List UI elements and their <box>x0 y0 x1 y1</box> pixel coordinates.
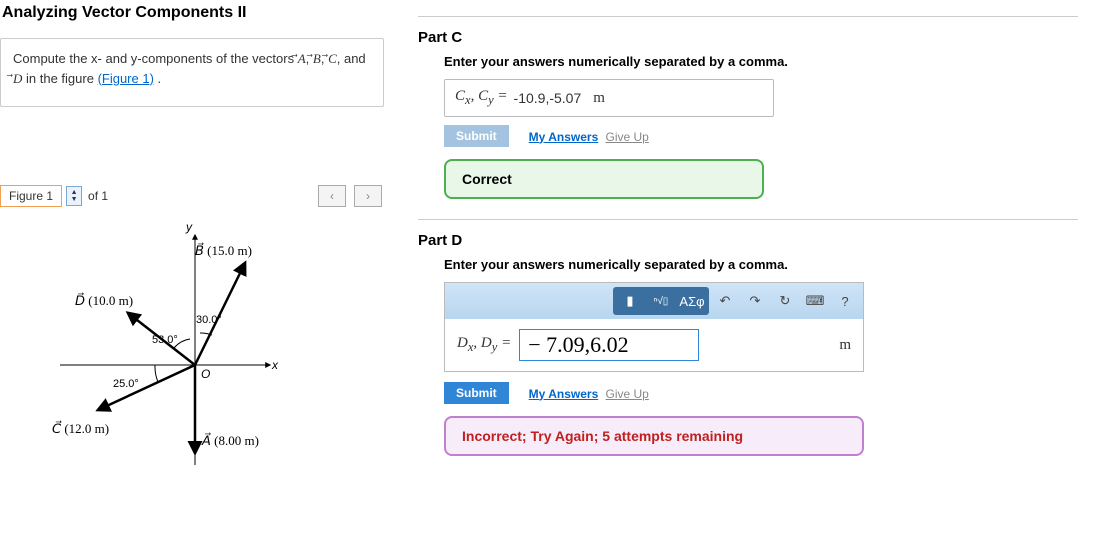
svg-text:30.0°: 30.0° <box>196 314 222 326</box>
svg-text:D⃗ (10.0 m): D⃗ (10.0 m) <box>75 293 133 308</box>
prompt-suffix: in the figure <box>26 71 98 86</box>
axis-y-label: y <box>185 220 193 234</box>
part-c-title: Part C <box>418 29 1078 46</box>
part-d-input-panel: ▮ ⁿ√▯ ΑΣφ ↶ ↷ ↻ ⌨ ? Dx, Dy = m <box>444 282 864 372</box>
template-tool-icon[interactable]: ▮ <box>615 289 645 313</box>
part-c-var: Cx, Cy = <box>455 88 508 108</box>
part-d-give-up-link[interactable]: Give Up <box>606 387 649 401</box>
part-d-submit-button[interactable]: Submit <box>444 382 509 404</box>
figure-next-button[interactable]: › <box>354 185 382 207</box>
undo-icon[interactable]: ↶ <box>711 289 739 313</box>
reset-icon[interactable]: ↻ <box>771 289 799 313</box>
figure-link[interactable]: (Figure 1) <box>98 71 154 86</box>
origin-label: O <box>201 367 210 381</box>
figure-spinner[interactable]: ▲▼ <box>66 186 82 206</box>
part-d-title: Part D <box>418 232 1078 249</box>
figure-canvas: x y O B⃗ (15.0 m) 30.0° D⃗ (10.0 m) 53.0… <box>0 215 382 475</box>
help-icon[interactable]: ? <box>831 289 859 313</box>
part-c-value: -10.9,-5.07 <box>514 90 582 106</box>
svg-text:C⃗ (12.0 m): C⃗ (12.0 m) <box>52 421 109 436</box>
part-d-my-answers-link[interactable]: My Answers <box>529 387 599 401</box>
prompt-end: . <box>154 71 161 86</box>
part-c-answer-box: Cx, Cy = -10.9,-5.07 m <box>444 79 774 117</box>
keyboard-icon[interactable]: ⌨ <box>801 289 829 313</box>
input-toolbar: ▮ ⁿ√▯ ΑΣφ ↶ ↷ ↻ ⌨ ? <box>445 283 863 319</box>
svg-text:A⃗ (8.00 m): A⃗ (8.00 m) <box>201 433 259 448</box>
prompt-text: Compute the x- and y-components of the v… <box>13 51 298 66</box>
vector-a-symbol: A <box>298 51 306 66</box>
part-c-submit-button[interactable]: Submit <box>444 125 509 147</box>
part-c-feedback: Correct <box>444 159 764 199</box>
axis-x-label: x <box>271 358 279 372</box>
figure-count: of 1 <box>88 189 108 203</box>
figure-prev-button[interactable]: ‹ <box>318 185 346 207</box>
vector-d-symbol: D <box>13 71 22 86</box>
part-d-answer-input[interactable] <box>519 329 699 361</box>
svg-text:25.0°: 25.0° <box>113 378 139 390</box>
greek-tool-icon[interactable]: ΑΣφ <box>677 289 707 313</box>
svg-text:B⃗ (15.0 m): B⃗ (15.0 m) <box>195 243 252 258</box>
vector-c-symbol: C <box>328 51 337 66</box>
svg-text:53.0°: 53.0° <box>152 334 178 346</box>
figure-label: Figure 1 <box>0 185 62 207</box>
prompt-box: Compute the x- and y-components of the v… <box>0 38 384 107</box>
page-title: Analyzing Vector Components II <box>0 0 394 34</box>
part-c-instruction: Enter your answers numerically separated… <box>444 54 1078 69</box>
redo-icon[interactable]: ↷ <box>741 289 769 313</box>
part-c-my-answers-link[interactable]: My Answers <box>529 130 599 144</box>
part-c-give-up-link[interactable]: Give Up <box>606 130 649 144</box>
part-d-var: Dx, Dy = <box>457 335 511 355</box>
part-d-instruction: Enter your answers numerically separated… <box>444 257 1078 272</box>
part-d-unit: m <box>839 337 851 354</box>
fraction-tool-icon[interactable]: ⁿ√▯ <box>646 289 676 313</box>
part-c-unit: m <box>593 90 605 107</box>
part-d-feedback: Incorrect; Try Again; 5 attempts remaini… <box>444 416 864 456</box>
vector-b-symbol: B <box>313 51 321 66</box>
